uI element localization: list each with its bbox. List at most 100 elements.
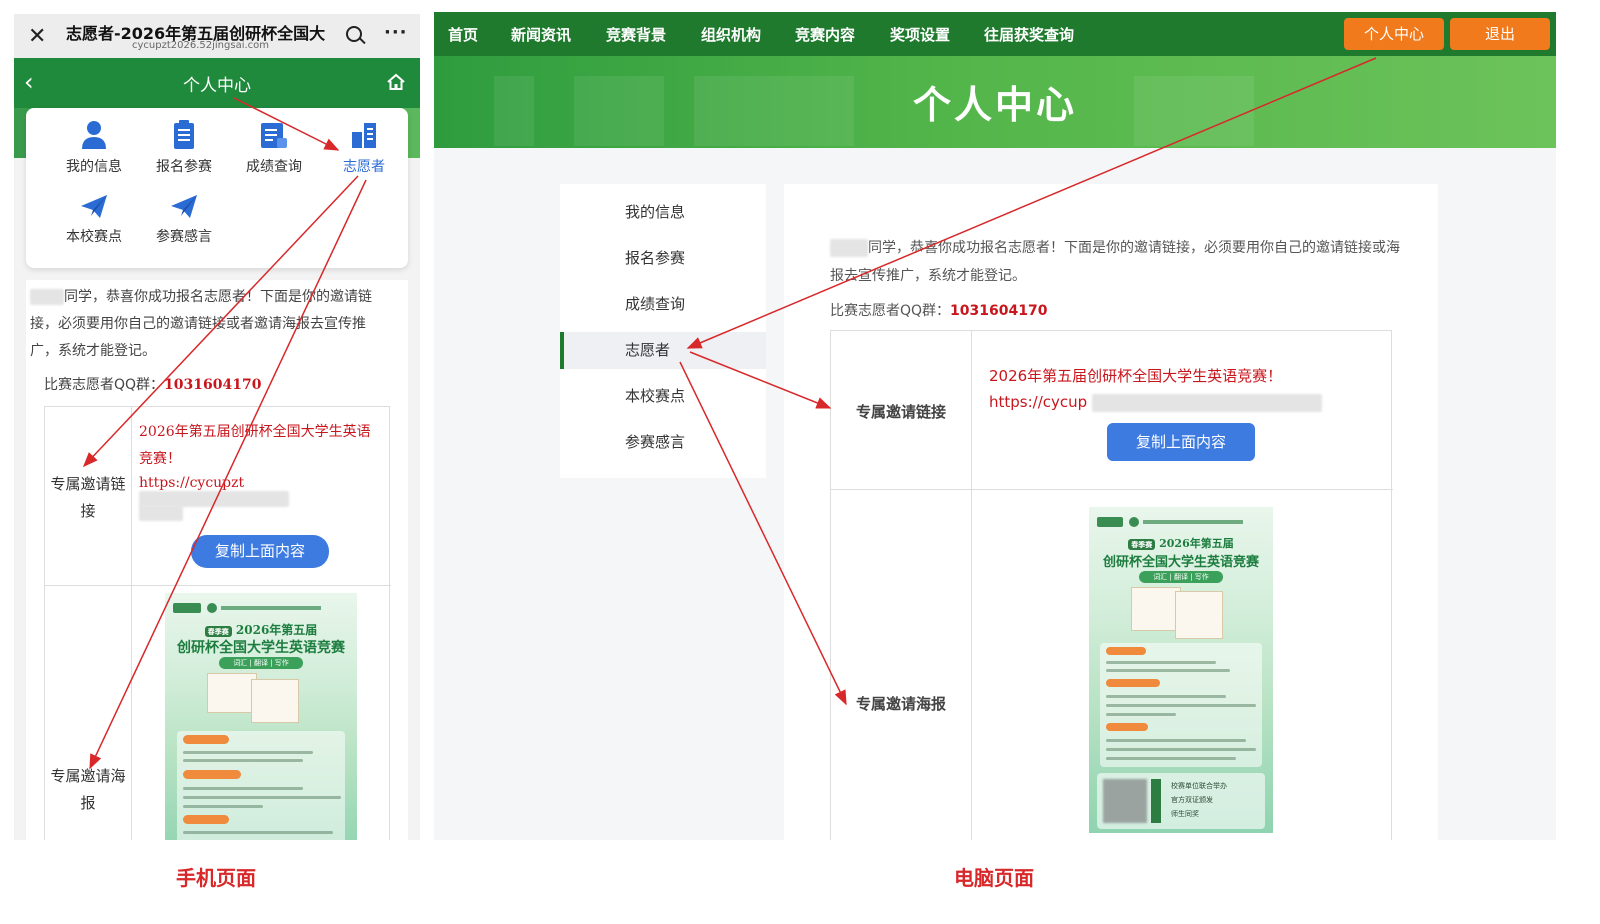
table-column-divider [131,407,132,840]
invite-url-text: https://cycupzt [139,475,245,491]
poster-certificate [207,673,257,713]
poster-subtitle: 词汇 | 翻译 | 写作 [1139,571,1223,583]
redacted-url-continued [139,505,183,521]
message-text: 同学，恭喜你成功报名志愿者！下面是你的邀请链接，必须要用你自己的邀请链接或者邀请… [30,289,372,359]
poster-org-text [1143,520,1243,524]
menu-item-school-site[interactable]: 本校赛点 [54,194,134,246]
mobile-header: ‹ 个人中心 [14,58,420,108]
mobile-page-screenshot: ✕ 志愿者-2026年第五届创研杯全国大 cycupzt2026.52jings… [14,14,420,840]
nav-past-winners[interactable]: 往届获奖查询 [984,24,1074,45]
nav-background[interactable]: 竞赛背景 [606,24,666,45]
poster-footer-line: 官方双证颁发 [1171,796,1213,804]
nav-organization[interactable]: 组织机构 [701,24,761,45]
menu-label: 成绩查询 [246,159,302,175]
more-icon[interactable]: ··· [384,22,408,43]
poster-edition: 春季赛 2026年第五届 [1089,535,1273,551]
search-icon[interactable] [346,26,362,42]
invite-url[interactable]: https://cycupzt [139,475,389,507]
invite-table: 专属邀请链接 2026年第五届创研杯全国大学生英语竞赛！ https://cyc… [830,330,1393,840]
poster-text-line [1106,695,1227,698]
qq-number: 1031604170 [950,303,1048,319]
poster-info-panel [176,731,346,840]
poster-text-line [182,796,341,799]
menu-item-signup[interactable]: 报名参赛 [144,120,224,176]
poster-logo [1097,517,1123,527]
poster-org-text [221,606,321,610]
table-column-divider [971,331,972,840]
poster-text-line [1106,704,1257,707]
home-icon[interactable] [386,72,406,92]
user-icon [82,121,106,149]
menu-item-score[interactable]: 成绩查询 [234,120,314,176]
invite-text: 2026年第五届创研杯全国大学生英语竞赛！ [989,367,1283,385]
poster-text-line [1106,757,1237,760]
sidebar-item-my-info[interactable]: 我的信息 [560,194,766,231]
mobile-caption: 手机页面 [176,866,256,890]
poster-edition: 春季赛 2026年第五届 [165,621,357,638]
poster-seal [207,603,217,613]
invite-poster-label: 专属邀请海报 [50,767,126,812]
sidebar-item-testimonial[interactable]: 参赛感言 [560,424,766,461]
personal-center-button[interactable]: 个人中心 [1344,18,1444,50]
poster-section-tag [1106,679,1161,687]
poster-season-tag: 春季赛 [1128,539,1156,550]
menu-item-my-info[interactable]: 我的信息 [54,120,134,176]
invite-poster-image[interactable]: 春季赛 2026年第五届 创研杯全国大学生英语竞赛 词汇 | 翻译 | 写作 [1089,507,1273,833]
menu-label: 本校赛点 [66,229,122,245]
top-navigation: 首页 新闻资讯 竞赛背景 组织机构 竞赛内容 奖项设置 往届获奖查询 个人中心 … [434,12,1556,56]
score-report-icon [261,123,287,148]
sidebar-item-school-site[interactable]: 本校赛点 [560,378,766,415]
poster-text-line [182,805,263,808]
invite-text: 2026年第五届创研杯全国大学生英语竞赛！ [139,424,371,467]
poster-seal [1129,517,1139,527]
poster-section-tag [182,770,241,779]
poster-scan-tag [1151,779,1161,823]
main-content: 同学，恭喜你成功报名志愿者！下面是你的邀请链接，必须要用你自己的邀请链接或海报去… [784,184,1438,840]
nav-home[interactable]: 首页 [448,24,478,45]
invite-poster-image[interactable]: 春季赛 2026年第五届 创研杯全国大学生英语竞赛 词汇 | 翻译 | 写作 [165,593,357,840]
menu-label: 报名参赛 [156,159,212,175]
invite-url-text: https://cycup [989,393,1088,411]
sidebar-item-volunteer[interactable]: 志愿者 [560,332,766,369]
poster-section-tag [1106,723,1149,731]
table-row-divider [45,585,391,586]
mobile-volunteer-message: 同学，恭喜你成功报名志愿者！下面是你的邀请链接，必须要用你自己的邀请链接或者邀请… [30,284,384,365]
poster-text-line [1106,713,1177,716]
message-text: 同学，恭喜你成功报名志愿者！下面是你的邀请链接，必须要用你自己的邀请链接或海报去… [830,240,1400,284]
nav-awards[interactable]: 奖项设置 [890,24,950,45]
mobile-url: cycupzt2026.52jingsai.com [132,40,270,51]
desktop-page-screenshot: 首页 新闻资讯 竞赛背景 组织机构 竞赛内容 奖项设置 往届获奖查询 个人中心 … [434,12,1556,840]
poster-text-line [182,759,303,762]
logout-button[interactable]: 退出 [1450,18,1550,50]
mobile-qq-group: 比赛志愿者QQ群：1031604170 [44,374,261,394]
menu-item-volunteer[interactable]: 志愿者 [324,120,404,176]
nav-contest-content[interactable]: 竞赛内容 [795,24,855,45]
invite-link-label: 专属邀请链接 [50,475,126,520]
paper-plane-icon [81,195,107,218]
table-row-divider [831,489,1393,490]
sidebar-item-signup[interactable]: 报名参赛 [560,240,766,277]
redacted-name [30,289,64,305]
menu-label: 志愿者 [343,159,385,175]
poster-title: 创研杯全国大学生英语竞赛 [1102,555,1259,570]
poster-certificate [1131,587,1181,631]
poster-section-tag [182,815,229,824]
volunteer-message: 同学，恭喜你成功报名志愿者！下面是你的邀请链接，必须要用你自己的邀请链接或海报去… [830,234,1400,290]
poster-title: 创研杯全国大学生英语竞赛 [177,640,345,656]
nav-news[interactable]: 新闻资讯 [511,24,571,45]
sidebar-item-score[interactable]: 成绩查询 [560,286,766,323]
copy-content-button[interactable]: 复制上面内容 [1107,423,1255,461]
poster-qr-code [1103,779,1147,823]
poster-season-tag: 春季赛 [204,626,232,637]
mobile-menu-card: 我的信息 报名参赛 成绩查询 志愿者 本校赛点 参赛感言 [26,108,408,268]
poster-footer-line: 校赛单位联合举办 [1171,782,1227,790]
mobile-invite-table: 专属邀请链接 2026年第五届创研杯全国大学生英语竞赛！ https://cyc… [44,406,391,840]
copy-content-button[interactable]: 复制上面内容 [191,535,329,568]
menu-item-testimonial[interactable]: 参赛感言 [144,194,224,246]
close-icon[interactable]: ✕ [28,24,46,49]
signup-list-icon [174,120,194,149]
invite-url[interactable]: https://cycup [989,393,1322,412]
invite-link-label: 专属邀请链接 [855,403,946,421]
poster-logo [173,603,201,613]
qq-label: 比赛志愿者QQ群： [44,377,165,393]
